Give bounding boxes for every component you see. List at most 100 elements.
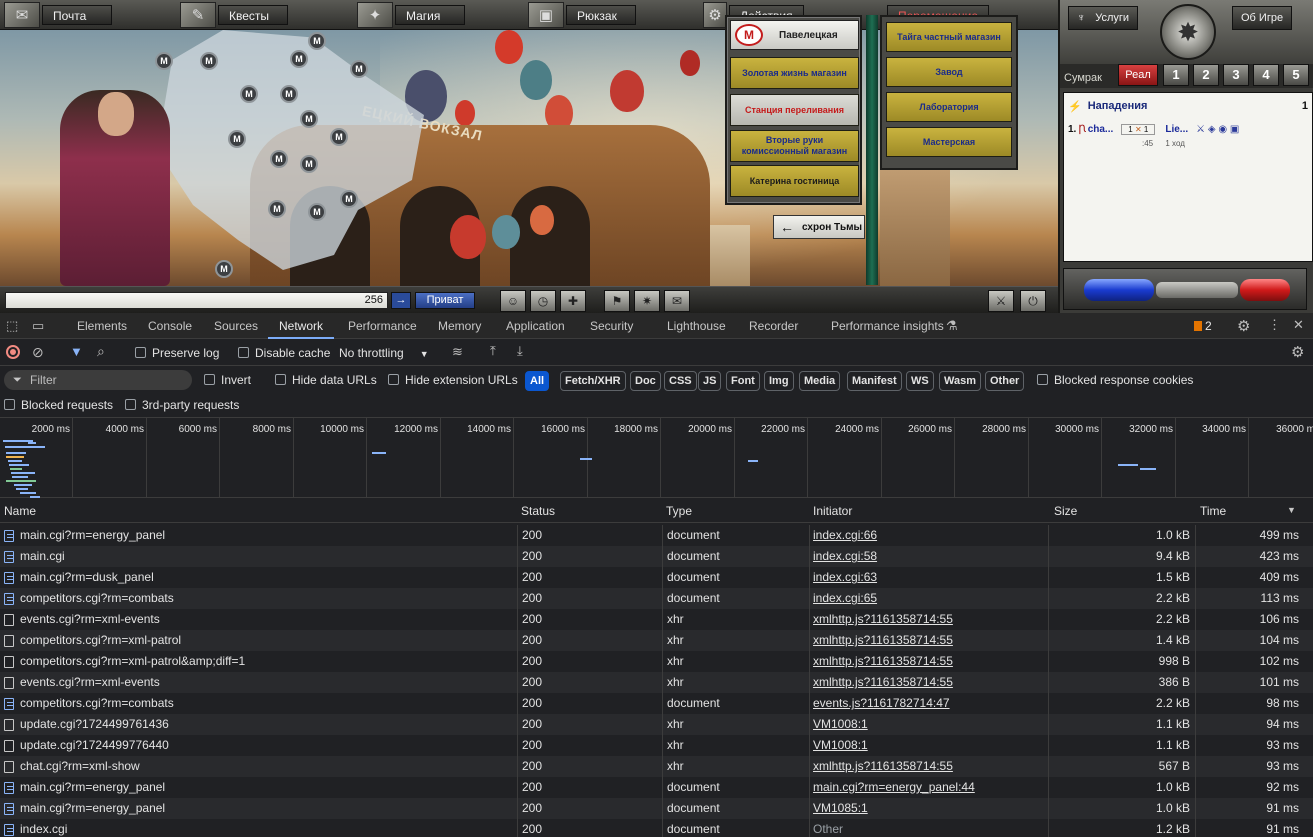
location-button-katerina-hotel[interactable]: Катерина гостиница [730, 165, 859, 197]
import-har-icon[interactable]: ⤒ [490, 343, 496, 359]
third-party-requests-checkbox[interactable]: 3rd-party requests [125, 398, 239, 412]
request-name[interactable]: main.cgi?rm=dusk_panel [20, 567, 510, 588]
metro-marker[interactable]: M [300, 110, 318, 128]
column-header-type[interactable]: Type [662, 499, 692, 523]
back-to-darkness-stash-sign[interactable]: ← схрон Тьмы [773, 215, 865, 239]
metro-marker[interactable]: M [200, 52, 218, 70]
filter-input[interactable]: ⏷ Filter [4, 370, 192, 390]
location-button-transfusion-station[interactable]: Станция переливания [730, 94, 859, 126]
smile-icon[interactable]: ☺ [500, 290, 526, 312]
throttling-select[interactable]: No throttling ▼ [339, 346, 429, 360]
request-initiator[interactable]: VM1008:1 [813, 714, 1045, 735]
metro-marker[interactable]: M [215, 260, 233, 278]
blocked-requests-checkbox[interactable]: Blocked requests [4, 398, 113, 412]
menu-quests[interactable]: ✎ Квесты [180, 2, 288, 28]
location-button-golden-life[interactable]: Золотая жизнь магазин [730, 57, 859, 89]
private-chat-button[interactable]: Приват [415, 292, 475, 309]
type-filter-media[interactable]: Media [799, 371, 841, 391]
request-initiator[interactable]: VM1008:1 [813, 735, 1045, 756]
metro-marker[interactable]: M [350, 60, 368, 78]
request-name[interactable]: index.cgi [20, 819, 510, 837]
network-overview-timeline[interactable]: 2000 ms 4000 ms 6000 ms 8000 ms 10000 ms 1200… [0, 418, 1313, 498]
clock-icon[interactable]: ◷ [530, 290, 556, 312]
request-name[interactable]: main.cgi [20, 546, 510, 567]
request-initiator[interactable]: main.cgi?rm=energy_panel:44 [813, 777, 1045, 798]
defender-name[interactable]: Lie... [1165, 124, 1188, 135]
request-name[interactable]: competitors.cgi?rm=combats [20, 588, 510, 609]
request-row[interactable]: update.cgi?1724499761436 200 xhr VM1008:1 1.… [0, 714, 1313, 735]
disable-cache-checkbox[interactable]: Disable cache [238, 346, 330, 360]
network-conditions-icon[interactable]: ≋ [452, 344, 463, 360]
request-row[interactable]: competitors.cgi?rm=xml-patrol&amp;diff=1… [0, 651, 1313, 672]
sword-icon[interactable]: ⚔ [988, 290, 1014, 312]
letter-icon[interactable]: ✉ [664, 290, 690, 312]
level-tab-1[interactable]: 1 [1163, 64, 1189, 86]
metro-marker[interactable]: M [340, 190, 358, 208]
twilight-tab[interactable]: Сумрак [1064, 72, 1102, 84]
filter-icon[interactable]: ▼ [70, 344, 83, 359]
request-row[interactable]: competitors.cgi?rm=combats 200 document eve… [0, 693, 1313, 714]
metro-marker[interactable]: M [290, 50, 308, 68]
export-har-icon[interactable]: ⤓ [517, 343, 523, 359]
metro-marker[interactable]: M [228, 130, 246, 148]
type-filter-ws[interactable]: WS [906, 371, 934, 391]
network-settings-icon[interactable]: ⚙ [1291, 343, 1304, 361]
request-initiator[interactable]: xmlhttp.js?1161358714:55 [813, 609, 1045, 630]
request-row[interactable]: main.cgi?rm=dusk_panel 200 document index.c… [0, 567, 1313, 588]
chat-settings-icon[interactable]: ✚ [560, 290, 586, 312]
attack-row[interactable]: 1. Ꞃ cha... 1 ✕ 1 Lie... ⚔ ◈ ◉ ▣ [1068, 119, 1310, 139]
level-tab-2[interactable]: 2 [1193, 64, 1219, 86]
level-tab-4[interactable]: 4 [1253, 64, 1279, 86]
shop-button-laboratory[interactable]: Лаборатория [886, 92, 1012, 122]
menu-mail[interactable]: ✉ Почта [4, 2, 112, 28]
tab-performance-insights[interactable]: Performance insights [831, 313, 944, 339]
chat-send-button[interactable]: → [391, 292, 411, 309]
tab-elements[interactable]: Elements [77, 313, 127, 339]
request-row[interactable]: competitors.cgi?rm=xml-patrol 200 xhr xmlht… [0, 630, 1313, 651]
tab-recorder[interactable]: Recorder [749, 313, 798, 339]
request-name[interactable]: events.cgi?rm=xml-events [20, 672, 510, 693]
metro-marker[interactable]: M [268, 200, 286, 218]
request-name[interactable]: competitors.cgi?rm=combats [20, 693, 510, 714]
type-filter-manifest[interactable]: Manifest [847, 371, 902, 391]
request-name[interactable]: update.cgi?1724499776440 [20, 735, 510, 756]
metro-marker[interactable]: M [300, 155, 318, 173]
issues-badge[interactable]: 2 [1194, 319, 1212, 333]
shop-button-taiga[interactable]: Тайга частный магазин [886, 22, 1012, 52]
request-initiator[interactable]: xmlhttp.js?1161358714:55 [813, 672, 1045, 693]
hide-data-urls-checkbox[interactable]: Hide data URLs [275, 373, 377, 387]
request-initiator[interactable]: index.cgi:58 [813, 546, 1045, 567]
column-header-initiator[interactable]: Initiator [809, 499, 852, 523]
preserve-log-checkbox[interactable]: Preserve log [135, 346, 219, 360]
type-filter-font[interactable]: Font [726, 371, 760, 391]
hide-extension-urls-checkbox[interactable]: Hide extension URLs [388, 373, 518, 387]
request-row[interactable]: main.cgi?rm=energy_panel 200 document index… [0, 525, 1313, 546]
real-tab[interactable]: Реал [1118, 64, 1158, 86]
request-row[interactable]: update.cgi?1724499776440 200 xhr VM1008:1 1.… [0, 735, 1313, 756]
run-icon[interactable]: ⚑ [604, 290, 630, 312]
request-row[interactable]: main.cgi?rm=energy_panel 200 document VM108… [0, 798, 1313, 819]
exit-icon[interactable]: ⏻ [1020, 290, 1046, 312]
column-header-time[interactable]: Time [1196, 499, 1226, 523]
menu-magic[interactable]: ✦ Магия [357, 2, 465, 28]
type-filter-js[interactable]: JS [698, 371, 722, 391]
tab-console[interactable]: Console [148, 313, 192, 339]
level-tab-5[interactable]: 5 [1283, 64, 1309, 86]
column-header-name[interactable]: Name [0, 499, 36, 523]
request-initiator[interactable]: events.js?1161782714:47 [813, 693, 1045, 714]
device-toolbar-icon[interactable]: ▭ [32, 318, 44, 334]
request-row[interactable]: main.cgi 200 document index.cgi:58 9.4 kB 423… [0, 546, 1313, 567]
tab-performance[interactable]: Performance [348, 313, 417, 339]
request-initiator[interactable]: xmlhttp.js?1161358714:55 [813, 630, 1045, 651]
level-tab-3[interactable]: 3 [1223, 64, 1249, 86]
more-options-icon[interactable]: ⋮ [1268, 317, 1281, 333]
type-filter-all[interactable]: All [525, 371, 550, 391]
type-filter-other[interactable]: Other [985, 371, 1025, 391]
tab-memory[interactable]: Memory [438, 313, 481, 339]
clear-icon[interactable]: ⊘ [32, 344, 44, 361]
request-row[interactable]: main.cgi?rm=energy_panel 200 document main.… [0, 777, 1313, 798]
about-game-button[interactable]: Об Игре [1232, 6, 1293, 30]
search-icon[interactable]: ⌕ [97, 343, 105, 360]
metro-marker[interactable]: M [270, 150, 288, 168]
shop-button-workshop[interactable]: Мастерская [886, 127, 1012, 157]
